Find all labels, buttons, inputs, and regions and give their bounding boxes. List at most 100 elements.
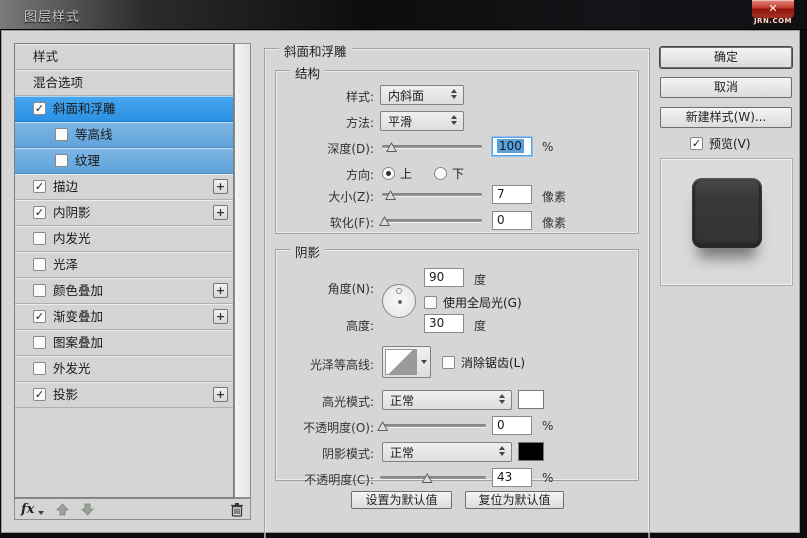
direction-up-label: 上 — [400, 165, 412, 182]
style-list-scrollbar[interactable] — [234, 43, 251, 498]
sidebar-item-contour[interactable]: ✓ 等高线 — [15, 122, 233, 148]
add-inner-shadow-button[interactable]: + — [213, 205, 228, 220]
delete-effect-trash-icon[interactable] — [230, 502, 244, 517]
highlight-opacity-input[interactable]: 0 — [492, 416, 532, 435]
anti-aliased-option[interactable]: ✓ 消除锯齿(L) — [442, 354, 525, 371]
check-icon: ✓ — [35, 181, 44, 192]
effects-toolbar: fx — [14, 498, 251, 520]
make-default-button[interactable]: 设置为默认值 — [351, 491, 452, 509]
color-overlay-checkbox[interactable]: ✓ — [33, 284, 46, 297]
global-light-option[interactable]: ✓ 使用全局光(G) — [424, 294, 522, 311]
gloss-contour-picker[interactable] — [382, 346, 431, 378]
gradient-overlay-checkbox[interactable]: ✓ — [33, 310, 46, 323]
sidebar-item-styles[interactable]: 样式 — [15, 44, 233, 70]
reset-default-button[interactable]: 复位为默认值 — [465, 491, 564, 509]
technique-value: 平滑 — [388, 113, 412, 130]
sidebar-item-outer-glow[interactable]: ✓ 外发光 — [15, 356, 233, 382]
new-style-button[interactable]: 新建样式(W)... — [660, 107, 792, 128]
style-preview-thumbnail — [692, 178, 762, 248]
sidebar-item-texture[interactable]: ✓ 纹理 — [15, 148, 233, 174]
move-effect-up-icon[interactable] — [56, 503, 69, 516]
highlight-color-swatch[interactable] — [518, 390, 544, 409]
dialog-body: 样式 混合选项 ✓ 斜面和浮雕 ✓ 等高线 ✓ 纹理 ✓ 描边 + — [1, 30, 800, 533]
move-effect-down-icon[interactable] — [81, 503, 94, 516]
size-input[interactable]: 7 — [492, 185, 532, 204]
inner-shadow-checkbox[interactable]: ✓ — [33, 206, 46, 219]
bevel-emboss-panel: 斜面和浮雕 结构 样式: 内斜面 方法: 平滑 — [264, 48, 650, 538]
sidebar-item-label: 混合选项 — [33, 70, 83, 95]
watermark: JRN.COM — [752, 17, 794, 25]
size-value: 7 — [497, 187, 505, 201]
preview-checkbox[interactable]: ✓ — [690, 137, 703, 150]
inner-glow-checkbox[interactable]: ✓ — [33, 232, 46, 245]
highlight-opacity-unit: % — [542, 419, 553, 433]
shadow-mode-select[interactable]: 正常 — [382, 442, 512, 462]
cancel-button[interactable]: 取消 — [660, 77, 792, 98]
bevel-style-value: 内斜面 — [388, 87, 424, 104]
shadow-opacity-input[interactable]: 43 — [492, 468, 532, 487]
sidebar-item-label: 斜面和浮雕 — [53, 96, 116, 121]
direction-up-radio[interactable]: 上 — [382, 165, 412, 182]
global-light-checkbox[interactable]: ✓ — [424, 296, 437, 309]
sidebar-item-inner-shadow[interactable]: ✓ 内阴影 + — [15, 200, 233, 226]
depth-value: 100 — [497, 139, 524, 153]
pattern-overlay-checkbox[interactable]: ✓ — [33, 336, 46, 349]
shadow-opacity-slider[interactable] — [380, 471, 486, 485]
highlight-opacity-label: 不透明度(O): — [276, 419, 374, 436]
depth-slider[interactable] — [382, 140, 482, 154]
structure-group-title: 结构 — [290, 63, 325, 82]
outer-glow-checkbox[interactable]: ✓ — [33, 362, 46, 375]
add-drop-shadow-button[interactable]: + — [213, 387, 228, 402]
sidebar-item-stroke[interactable]: ✓ 描边 + — [15, 174, 233, 200]
technique-select[interactable]: 平滑 — [380, 111, 464, 131]
drop-shadow-checkbox[interactable]: ✓ — [33, 388, 46, 401]
sidebar-item-gradient-overlay[interactable]: ✓ 渐变叠加 + — [15, 304, 233, 330]
sidebar-item-bevel-emboss[interactable]: ✓ 斜面和浮雕 — [15, 96, 233, 122]
shadow-mode-label: 阴影模式: — [276, 445, 374, 462]
soften-input[interactable]: 0 — [492, 211, 532, 230]
bevel-style-select[interactable]: 内斜面 — [380, 85, 464, 105]
highlight-opacity-slider[interactable] — [380, 419, 486, 433]
angle-input[interactable]: 90 — [424, 268, 464, 287]
size-slider[interactable] — [382, 188, 482, 202]
shadow-mode-value: 正常 — [390, 444, 414, 461]
sidebar-item-color-overlay[interactable]: ✓ 颜色叠加 + — [15, 278, 233, 304]
sidebar-item-pattern-overlay[interactable]: ✓ 图案叠加 — [15, 330, 233, 356]
contour-checkbox[interactable]: ✓ — [55, 128, 68, 141]
chevron-down-icon — [421, 360, 427, 364]
altitude-value: 30 — [429, 316, 444, 330]
ok-button[interactable]: 确定 — [660, 47, 792, 68]
depth-input[interactable]: 100 — [492, 137, 532, 156]
spinner-arrows-icon — [499, 446, 506, 456]
sidebar-item-label: 渐变叠加 — [53, 304, 103, 329]
sidebar-item-satin[interactable]: ✓ 光泽 — [15, 252, 233, 278]
altitude-label: 高度: — [276, 317, 374, 334]
satin-checkbox[interactable]: ✓ — [33, 258, 46, 271]
add-color-overlay-button[interactable]: + — [213, 283, 228, 298]
bevel-emboss-checkbox[interactable]: ✓ — [33, 102, 46, 115]
altitude-input[interactable]: 30 — [424, 314, 464, 333]
add-gradient-overlay-button[interactable]: + — [213, 309, 228, 324]
direction-label: 方向: — [276, 166, 374, 183]
anti-aliased-checkbox[interactable]: ✓ — [442, 356, 455, 369]
fx-menu-button[interactable]: fx — [21, 502, 34, 517]
sidebar-item-blending-options[interactable]: 混合选项 — [15, 70, 233, 96]
shadow-color-swatch[interactable] — [518, 442, 544, 461]
depth-label: 深度(D): — [276, 140, 374, 157]
add-stroke-button[interactable]: + — [213, 179, 228, 194]
texture-checkbox[interactable]: ✓ — [55, 154, 68, 167]
direction-down-radio[interactable]: 下 — [434, 165, 464, 182]
spinner-arrows-icon — [451, 89, 458, 99]
close-icon: ✕ — [768, 2, 777, 15]
soften-slider[interactable] — [382, 214, 482, 228]
highlight-mode-select[interactable]: 正常 — [382, 390, 512, 410]
sidebar-item-drop-shadow[interactable]: ✓ 投影 + — [15, 382, 233, 408]
shading-group-title: 阴影 — [290, 242, 325, 261]
preview-option[interactable]: ✓ 预览(V) — [690, 135, 751, 152]
slider-track — [380, 476, 486, 479]
sidebar-item-inner-glow[interactable]: ✓ 内发光 — [15, 226, 233, 252]
title-bar[interactable]: 图层样式 ✕ JRN.COM — [0, 0, 807, 30]
slider-track — [382, 193, 482, 196]
layer-style-dialog-window: 图层样式 ✕ JRN.COM 样式 混合选项 ✓ 斜面和浮雕 ✓ 等高线 ✓ 纹… — [0, 0, 807, 538]
stroke-checkbox[interactable]: ✓ — [33, 180, 46, 193]
